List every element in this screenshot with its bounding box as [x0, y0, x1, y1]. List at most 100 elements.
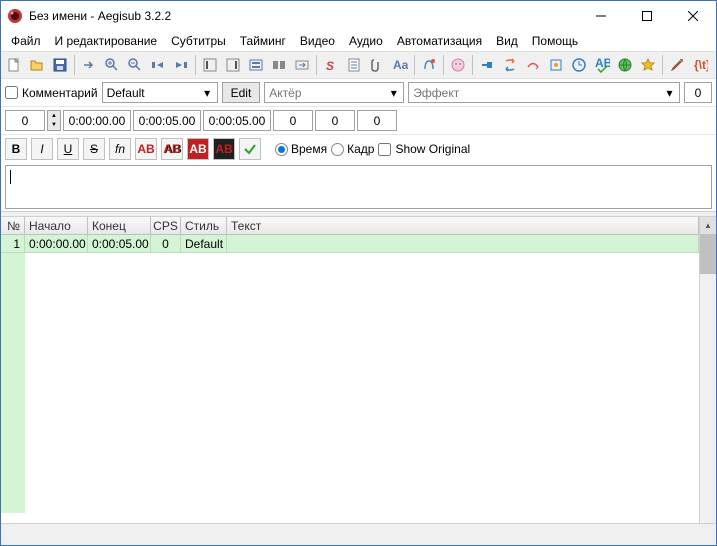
window-title: Без имени - Aegisub 3.2.2	[29, 9, 578, 23]
effect-combo[interactable]: ▾	[408, 82, 680, 103]
time-radio[interactable]: Время	[275, 142, 327, 156]
shift-tag-icon[interactable]	[476, 54, 498, 76]
col-start[interactable]: Начало	[25, 217, 88, 234]
open-icon[interactable]	[26, 54, 48, 76]
timing-postprocessor-icon[interactable]	[545, 54, 567, 76]
app-icon	[7, 8, 23, 24]
find-replace-icon[interactable]	[499, 54, 521, 76]
spellcheck-icon[interactable]: ABC	[591, 54, 613, 76]
margin-r-input[interactable]: 0	[315, 110, 355, 131]
chars-count: 0	[684, 82, 712, 103]
shadow-color-button[interactable]: AB	[213, 138, 235, 160]
zoom-out-icon[interactable]	[124, 54, 146, 76]
menu-file[interactable]: Файл	[5, 32, 47, 50]
subtitle-grid[interactable]: № Начало Конец CPS Стиль Текст 1 0:00:00…	[1, 217, 699, 523]
snap-scene-icon[interactable]	[268, 54, 290, 76]
edit-row-3: B I U S fn AB AB AB AB Время Кадр Show O…	[1, 135, 716, 163]
grid-row[interactable]: 1 0:00:00.00 0:00:05.00 0 Default	[1, 235, 699, 253]
save-icon[interactable]	[49, 54, 71, 76]
cycle-tag-icon[interactable]: {\t}	[689, 54, 711, 76]
snap-end-icon[interactable]	[222, 54, 244, 76]
subtitle-grid-container: № Начало Конец CPS Стиль Текст 1 0:00:00…	[1, 217, 716, 523]
fonts-collector-icon[interactable]: Aa	[389, 54, 411, 76]
titlebar: Без имени - Aegisub 3.2.2	[1, 1, 716, 31]
menu-view[interactable]: Вид	[490, 32, 524, 50]
kanji-timer-icon[interactable]	[568, 54, 590, 76]
edit-row-2: 0 ▲▼ 0:00:00.00 0:00:05.00 0:00:05.00 0 …	[1, 107, 716, 135]
margin-v-input[interactable]: 0	[357, 110, 397, 131]
menubar: Файл И редактирование Субтитры Тайминг В…	[1, 31, 716, 51]
end-time-input[interactable]: 0:00:05.00	[133, 110, 201, 131]
primary-color-button[interactable]: AB	[135, 138, 157, 160]
commit-button[interactable]	[239, 138, 261, 160]
close-button[interactable]	[670, 1, 716, 30]
properties-icon[interactable]	[343, 54, 365, 76]
underline-button[interactable]: U	[57, 138, 79, 160]
minimize-button[interactable]	[578, 1, 624, 30]
col-cps[interactable]: CPS	[151, 217, 181, 234]
automation-icon[interactable]	[418, 54, 440, 76]
layer-input[interactable]: 0	[5, 110, 45, 131]
assdraw-icon[interactable]	[447, 54, 469, 76]
menu-timing[interactable]: Тайминг	[234, 32, 292, 50]
outline-color-button[interactable]: AB	[187, 138, 209, 160]
statusbar	[1, 523, 716, 545]
grid-left-strip	[1, 253, 25, 513]
bold-button[interactable]: B	[5, 138, 27, 160]
menu-video[interactable]: Видео	[294, 32, 341, 50]
chevron-down-icon: ▾	[662, 85, 677, 100]
video-jump-end-icon[interactable]	[170, 54, 192, 76]
styling-assistant-icon[interactable]	[637, 54, 659, 76]
actor-combo[interactable]: ▾	[264, 82, 404, 103]
margin-l-input[interactable]: 0	[273, 110, 313, 131]
styles-manager-icon[interactable]: S	[320, 54, 342, 76]
svg-text:ABC: ABC	[595, 57, 610, 70]
strike-button[interactable]: S	[83, 138, 105, 160]
italic-button[interactable]: I	[31, 138, 53, 160]
translation-assistant-icon[interactable]	[614, 54, 636, 76]
vertical-scrollbar[interactable]: ▲ ▼	[699, 217, 716, 523]
jump-icon[interactable]	[78, 54, 100, 76]
options-icon[interactable]	[666, 54, 688, 76]
snap-start-icon[interactable]	[199, 54, 221, 76]
grid-header: № Начало Конец CPS Стиль Текст	[1, 217, 699, 235]
resample-icon[interactable]	[522, 54, 544, 76]
show-original-checkbox[interactable]: Show Original	[378, 142, 470, 156]
svg-text:S: S	[326, 59, 334, 73]
menu-help[interactable]: Помощь	[526, 32, 584, 50]
comment-checkbox[interactable]: Комментарий	[5, 86, 98, 100]
attachments-icon[interactable]	[366, 54, 388, 76]
scroll-thumb[interactable]	[700, 234, 716, 274]
menu-edit[interactable]: И редактирование	[49, 32, 164, 50]
menu-automation[interactable]: Автоматизация	[391, 32, 488, 50]
edit-row-1: Комментарий Default▾ Edit ▾ ▾ 0	[1, 79, 716, 107]
select-visible-icon[interactable]	[245, 54, 267, 76]
start-time-input[interactable]: 0:00:00.00	[63, 110, 131, 131]
svg-text:{\t}: {\t}	[694, 58, 708, 72]
secondary-color-button[interactable]: AB	[161, 138, 183, 160]
frame-radio[interactable]: Кадр	[331, 142, 374, 156]
col-text[interactable]: Текст	[227, 217, 699, 234]
font-button[interactable]: fn	[109, 138, 131, 160]
menu-audio[interactable]: Аудио	[343, 32, 389, 50]
zoom-in-icon[interactable]	[101, 54, 123, 76]
chevron-down-icon: ▾	[386, 85, 401, 100]
layer-spinner[interactable]: ▲▼	[47, 110, 61, 131]
maximize-button[interactable]	[624, 1, 670, 30]
style-combo[interactable]: Default▾	[102, 82, 218, 103]
new-icon[interactable]	[3, 54, 25, 76]
video-jump-start-icon[interactable]	[147, 54, 169, 76]
shift-times-icon[interactable]	[291, 54, 313, 76]
col-style[interactable]: Стиль	[181, 217, 227, 234]
main-toolbar: S Aa ABC {\t}	[1, 51, 716, 79]
svg-text:Aa: Aa	[393, 58, 408, 72]
scroll-up-icon[interactable]: ▲	[700, 217, 716, 234]
col-end[interactable]: Конец	[88, 217, 151, 234]
window-controls	[578, 1, 716, 31]
duration-input[interactable]: 0:00:05.00	[203, 110, 271, 131]
subtitle-text-input[interactable]	[5, 165, 712, 209]
col-num[interactable]: №	[1, 217, 25, 234]
chevron-down-icon: ▾	[200, 85, 215, 100]
menu-subtitles[interactable]: Субтитры	[165, 32, 232, 50]
edit-style-button[interactable]: Edit	[222, 82, 261, 103]
